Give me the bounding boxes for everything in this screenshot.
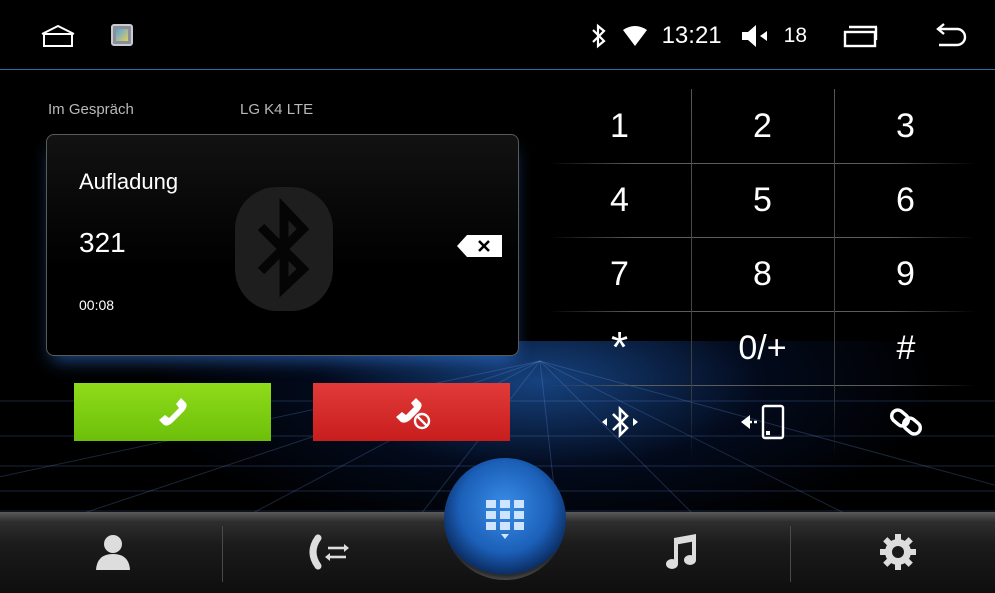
app-thumbnail-icon[interactable] (111, 24, 133, 46)
call-log-button[interactable] (268, 522, 388, 582)
key-8[interactable]: 8 (691, 237, 834, 311)
call-duration: 00:08 (79, 297, 115, 313)
transfer-to-phone-button[interactable] (691, 385, 834, 459)
music-icon (666, 534, 696, 569)
key-hash[interactable]: # (834, 311, 977, 385)
caller-number: 321 (79, 227, 126, 258)
key-7[interactable]: 7 (548, 237, 691, 311)
volume-level: 18 (783, 24, 807, 47)
key-6[interactable]: 6 (834, 163, 977, 237)
key-4[interactable]: 4 (548, 163, 691, 237)
dial-keypad: 1 2 3 4 5 6 7 8 9 * 0/+ # (548, 89, 976, 459)
key-1[interactable]: 1 (548, 89, 691, 163)
key-2[interactable]: 2 (691, 89, 834, 163)
call-status-label: Im Gespräch (48, 101, 134, 118)
bluetooth-audio-icon (601, 405, 638, 439)
settings-button[interactable] (838, 522, 958, 582)
phone-answer-icon (158, 398, 187, 426)
contacts-button[interactable] (53, 522, 173, 582)
end-call-button[interactable] (313, 383, 510, 441)
bluetooth-audio-button[interactable] (548, 385, 691, 459)
status-bar: 13:21 18 (0, 0, 995, 70)
back-icon[interactable] (929, 23, 969, 49)
backspace-icon[interactable] (457, 235, 502, 257)
clock: 13:21 (661, 22, 722, 49)
key-5[interactable]: 5 (691, 163, 834, 237)
volume-icon[interactable] (740, 23, 770, 49)
call-log-icon (309, 534, 349, 570)
transfer-to-phone-icon (740, 404, 784, 440)
phone-hangup-icon (395, 398, 430, 430)
bluetooth-icon (591, 23, 606, 49)
dialpad-button[interactable] (444, 458, 566, 580)
contacts-icon (96, 535, 130, 570)
bottom-dock (0, 458, 995, 593)
bluetooth-watermark-icon (235, 187, 333, 311)
connected-device-name: LG K4 LTE (240, 101, 314, 118)
wifi-icon (622, 26, 647, 46)
caller-name: Aufladung (79, 169, 179, 194)
recent-apps-icon[interactable] (843, 24, 879, 48)
call-info-card: Aufladung 321 00:08 (46, 134, 519, 356)
settings-icon (880, 534, 916, 570)
home-icon[interactable] (40, 24, 76, 48)
key-3[interactable]: 3 (834, 89, 977, 163)
link-button[interactable] (834, 385, 977, 459)
link-icon (889, 408, 922, 436)
answer-call-button[interactable] (74, 383, 271, 441)
music-button[interactable] (622, 522, 742, 582)
key-zero-plus[interactable]: 0/+ (691, 311, 834, 385)
dialpad-icon (486, 500, 524, 539)
key-star[interactable]: * (548, 311, 691, 385)
status-indicators: 13:21 18 (576, 18, 969, 54)
key-9[interactable]: 9 (834, 237, 977, 311)
